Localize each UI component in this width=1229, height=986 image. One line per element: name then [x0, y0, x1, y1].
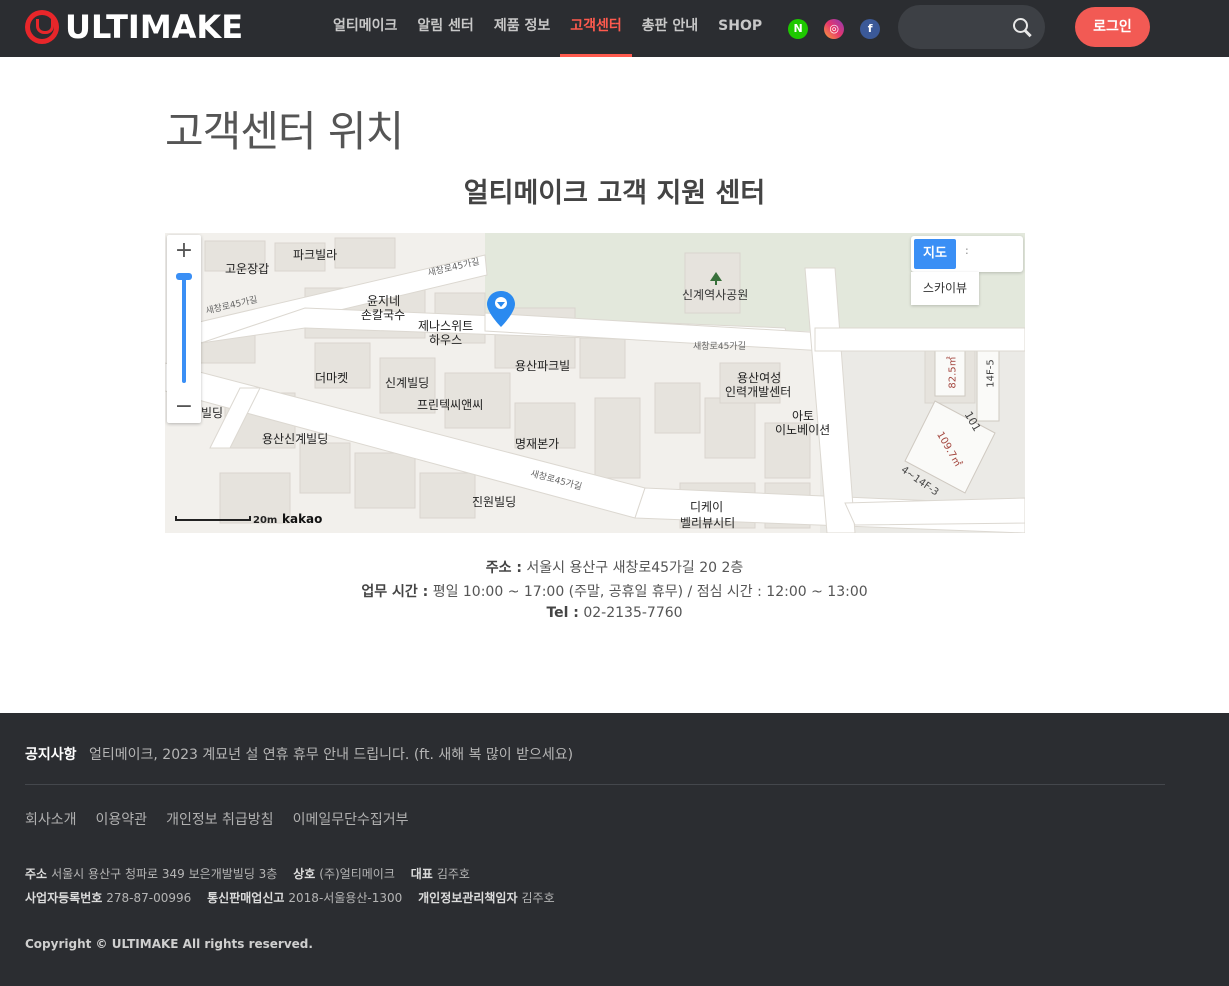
map-label: 파크빌라: [293, 248, 338, 262]
nav-item-shop[interactable]: SHOP: [718, 0, 762, 57]
map-label: 더마켓: [315, 371, 349, 385]
zoom-in-button[interactable]: +: [167, 235, 201, 267]
tel-value: 02-2135-7760: [583, 605, 683, 621]
biz-address: 서울시 용산구 청파로 349 보은개발빌딩 3층: [51, 867, 278, 881]
tel-label: Tel :: [546, 605, 579, 621]
biz-mail-order-label: 통신판매업신고: [207, 891, 285, 905]
map-type-map-button[interactable]: 지도: [914, 239, 956, 269]
search-input[interactable]: [898, 5, 1045, 49]
logo[interactable]: ULTIMAKE: [25, 9, 243, 45]
biz-privacy-label: 개인정보관리책임자: [418, 891, 518, 905]
map-scale-bar: [175, 516, 251, 521]
address-label: 주소 :: [485, 560, 522, 576]
biz-reg-label: 사업자등록번호: [25, 891, 103, 905]
map-type-skyview-button[interactable]: 스카이뷰: [911, 272, 979, 305]
map-area-label: 14F-5: [985, 359, 997, 388]
footer-link-privacy[interactable]: 개인정보 취급방침: [166, 809, 274, 829]
business-info-line-2: 사업자등록번호 278-87-00996 통신판매업신고 2018-서울용산-130…: [25, 889, 555, 906]
map-label: 고운장갑: [225, 262, 270, 276]
zoom-slider-handle[interactable]: [176, 273, 192, 280]
map-label: 명재본가: [515, 437, 560, 451]
biz-address-label: 주소: [25, 867, 48, 881]
footer-notice: 공지사항 얼티메이크, 2023 계묘년 설 연휴 휴무 안내 드립니다. (f…: [25, 744, 573, 764]
footer-links: 회사소개 이용약관 개인정보 취급방침 이메일무단수집거부: [25, 809, 427, 829]
map-type-separator: :: [965, 244, 969, 257]
social-links: N ◎ f: [780, 18, 888, 39]
address-line: 주소 : 서울시 용산구 새창로45가길 20 2층: [0, 557, 1229, 577]
map-label: 진원빌딩: [472, 495, 517, 509]
biz-privacy: 김주호: [521, 891, 555, 905]
nav-item-ultimake[interactable]: 얼티메이크: [333, 0, 397, 57]
map-label: 디케이: [690, 500, 724, 514]
notice-label: 공지사항: [25, 747, 77, 763]
center-title: 얼티메이크 고객 지원 센터: [463, 178, 766, 209]
location-map[interactable]: 파크빌라 고운장갑 윤지네 손칼국수 제나스위트 하우스 용산파크빌 더마켓 신…: [165, 233, 1025, 533]
footer-link-no-email[interactable]: 이메일무단수집거부: [293, 809, 409, 829]
tel-line: Tel : 02-2135-7760: [0, 605, 1229, 621]
nav-item-customer-center[interactable]: 고객센터: [560, 0, 632, 57]
footer-divider: [25, 784, 1165, 785]
map-label: 인력개발센터: [725, 385, 792, 399]
map-scale-label: 20m: [253, 515, 278, 526]
zoom-out-button[interactable]: −: [167, 391, 201, 423]
logo-mark-icon: [25, 10, 59, 44]
login-button[interactable]: 로그인: [1075, 7, 1150, 47]
hours-line: 업무 시간 : 평일 10:00 ~ 17:00 (주말, 공휴일 휴무) / …: [0, 581, 1229, 601]
map-canvas: [165, 233, 1025, 533]
facebook-icon[interactable]: f: [860, 18, 881, 39]
main-nav: 얼티메이크 알림 센터 제품 정보 고객센터 총판 안내 SHOP N ◎ f: [323, 0, 888, 57]
top-header: ULTIMAKE 얼티메이크 알림 센터 제품 정보 고객센터 총판 안내 SH…: [0, 0, 1229, 57]
map-area-label: 82.5㎡: [947, 356, 959, 389]
map-label: 프린텍씨앤씨: [417, 398, 484, 412]
address-value: 서울시 용산구 새창로45가길 20 2층: [526, 560, 744, 576]
biz-ceo-label: 대표: [410, 867, 433, 881]
notice-link[interactable]: 얼티메이크, 2023 계묘년 설 연휴 휴무 안내 드립니다. (ft. 새해…: [89, 747, 573, 763]
logo-text: ULTIMAKE: [65, 8, 244, 46]
hours-value: 평일 10:00 ~ 17:00 (주말, 공휴일 휴무) / 점심 시간 : …: [432, 584, 868, 600]
biz-ceo: 김주호: [436, 867, 470, 881]
map-road-label: 새창로45가길: [693, 342, 746, 352]
map-label: 손칼국수: [361, 308, 406, 322]
biz-mail-order: 2018-서울용산-1300: [288, 891, 403, 905]
map-label: 신계역사공원: [682, 288, 749, 302]
page-title: 고객센터 위치: [165, 107, 404, 156]
map-type-control: 지도 :: [911, 236, 1023, 272]
map-label: 빌딩: [201, 406, 224, 420]
biz-company: (주)얼티메이크: [319, 867, 395, 881]
hours-label: 업무 시간 :: [361, 584, 429, 600]
footer-link-about[interactable]: 회사소개: [25, 809, 77, 829]
instagram-icon[interactable]: ◎: [824, 18, 845, 39]
business-info-line-1: 주소 서울시 용산구 청파로 349 보은개발빌딩 3층 상호 (주)얼티메이크 대…: [25, 865, 470, 882]
map-label: 신계빌딩: [385, 376, 430, 390]
map-label: 이노베이션: [775, 423, 831, 437]
kakao-logo[interactable]: kakao: [282, 512, 322, 526]
nav-item-distributor[interactable]: 총판 안내: [642, 0, 698, 57]
footer-link-terms[interactable]: 이용약관: [96, 809, 148, 829]
footer: 공지사항 얼티메이크, 2023 계묘년 설 연휴 휴무 안내 드립니다. (f…: [0, 713, 1229, 986]
nav-item-notice-center[interactable]: 알림 센터: [417, 0, 473, 57]
map-label: 하우스: [429, 333, 463, 347]
search-icon[interactable]: [1011, 16, 1033, 38]
nav-item-product-info[interactable]: 제품 정보: [494, 0, 550, 57]
naver-icon[interactable]: N: [788, 18, 809, 39]
map-label: 용산파크빌: [515, 359, 571, 373]
copyright: Copyright © ULTIMAKE All rights reserved…: [25, 937, 313, 951]
zoom-slider[interactable]: [182, 275, 186, 383]
biz-company-label: 상호: [293, 867, 316, 881]
biz-reg: 278-87-00996: [106, 891, 192, 905]
zoom-control: + −: [167, 235, 201, 423]
map-label: 용산신계빌딩: [262, 432, 329, 446]
map-label: 벨리뷰시티: [680, 516, 736, 530]
